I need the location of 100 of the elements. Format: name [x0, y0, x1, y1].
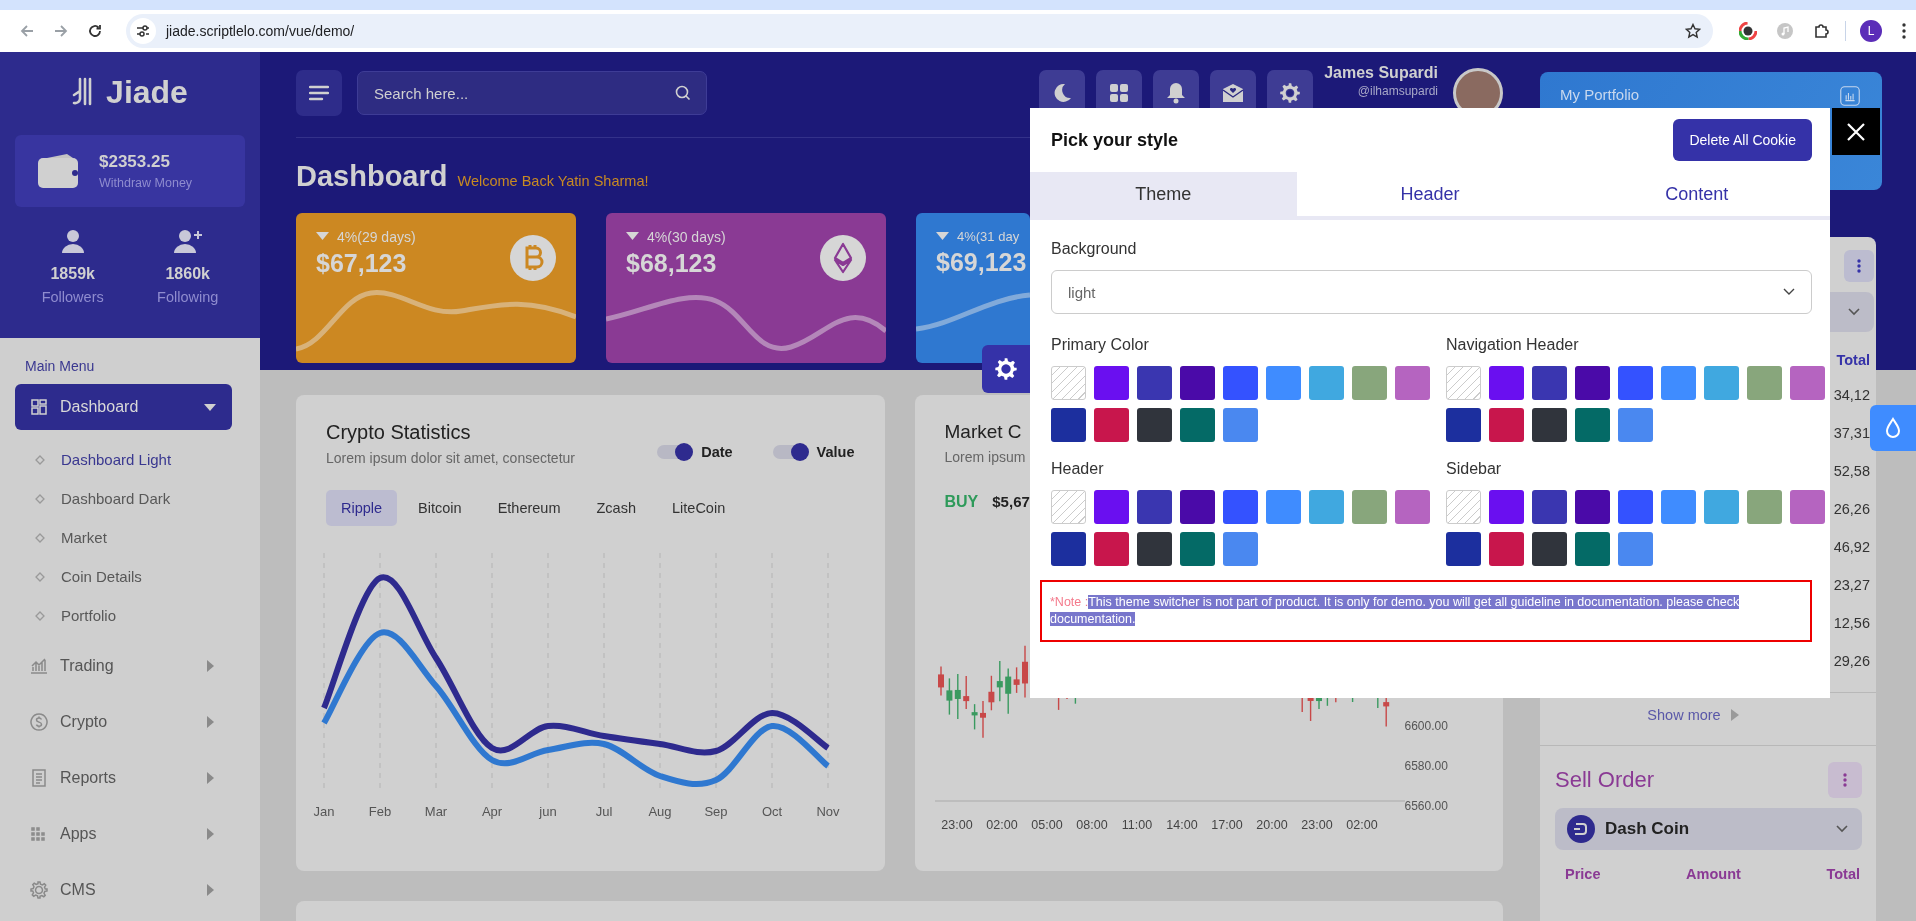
- coin-tab[interactable]: LiteCoin: [657, 489, 741, 526]
- submenu-item[interactable]: Dashboard Light: [35, 440, 232, 479]
- color-swatch[interactable]: [1618, 532, 1653, 566]
- color-swatch[interactable]: [1180, 408, 1215, 442]
- more-options-button[interactable]: [1844, 250, 1874, 282]
- droplet-button[interactable]: [1870, 405, 1916, 451]
- color-swatch[interactable]: [1051, 532, 1086, 566]
- color-swatch[interactable]: [1661, 490, 1696, 524]
- bookmark-star-icon[interactable]: [1685, 23, 1701, 39]
- color-swatch[interactable]: [1137, 532, 1172, 566]
- style-tab[interactable]: Theme: [1030, 172, 1297, 216]
- color-swatch[interactable]: [1309, 490, 1344, 524]
- color-swatch[interactable]: [1747, 366, 1782, 400]
- color-swatch[interactable]: [1661, 366, 1696, 400]
- delete-cookie-button[interactable]: Delete All Cookie: [1673, 119, 1812, 161]
- color-swatch[interactable]: [1395, 490, 1430, 524]
- color-swatch[interactable]: [1618, 408, 1653, 442]
- color-swatch[interactable]: [1790, 366, 1825, 400]
- color-swatch[interactable]: [1051, 408, 1086, 442]
- color-swatch[interactable]: [1223, 408, 1258, 442]
- stat-card[interactable]: 4%(30 days) $68,123: [606, 212, 886, 363]
- total-value: 52,58: [1833, 462, 1870, 481]
- color-swatch[interactable]: [1094, 366, 1129, 400]
- color-swatch[interactable]: [1094, 408, 1129, 442]
- menu-item[interactable]: Crypto: [15, 699, 232, 745]
- menu-item[interactable]: Apps: [15, 811, 232, 857]
- color-swatch[interactable]: [1137, 490, 1172, 524]
- more-options-button[interactable]: [1828, 762, 1862, 798]
- color-swatch[interactable]: [1446, 532, 1481, 566]
- color-swatch[interactable]: [1137, 366, 1172, 400]
- color-swatch[interactable]: [1309, 366, 1344, 400]
- show-more-link[interactable]: Show more: [1647, 697, 1739, 733]
- color-swatch[interactable]: [1532, 408, 1567, 442]
- toggle-switch[interactable]: [772, 445, 807, 459]
- color-swatch[interactable]: [1180, 490, 1215, 524]
- menu-button[interactable]: [296, 70, 342, 116]
- color-swatch[interactable]: [1747, 490, 1782, 524]
- coin-select[interactable]: Dash Coin: [1555, 808, 1862, 850]
- no-color-swatch[interactable]: [1051, 366, 1086, 400]
- more-menu-icon[interactable]: [1902, 23, 1906, 39]
- menu-item[interactable]: Reports: [15, 755, 232, 801]
- color-swatch[interactable]: [1266, 490, 1301, 524]
- submenu-item[interactable]: Coin Details: [35, 557, 232, 596]
- color-swatch[interactable]: [1180, 366, 1215, 400]
- stat-card[interactable]: 4%(31 day $69,123: [916, 212, 1030, 363]
- submenu-item[interactable]: Portfolio: [35, 596, 232, 635]
- menu-item[interactable]: Dashboard: [15, 384, 232, 430]
- color-swatch[interactable]: [1094, 490, 1129, 524]
- submenu-item[interactable]: Dashboard Dark: [35, 479, 232, 518]
- color-swatch[interactable]: [1489, 490, 1524, 524]
- color-swatch[interactable]: [1489, 532, 1524, 566]
- no-color-swatch[interactable]: [1446, 366, 1481, 400]
- address-bar[interactable]: jiade.scriptlelo.com/vue/demo/: [125, 14, 1713, 48]
- color-swatch[interactable]: [1575, 366, 1610, 400]
- coin-tab[interactable]: Ripple: [326, 489, 398, 526]
- bar-chart-icon[interactable]: [1840, 86, 1860, 106]
- color-swatch[interactable]: [1575, 408, 1610, 442]
- coin-tab[interactable]: Zcash: [581, 489, 651, 526]
- color-swatch[interactable]: [1446, 408, 1481, 442]
- color-swatch[interactable]: [1575, 490, 1610, 524]
- color-swatch[interactable]: [1094, 532, 1129, 566]
- submenu-item[interactable]: Market: [35, 518, 232, 557]
- color-swatch[interactable]: [1223, 490, 1258, 524]
- no-color-swatch[interactable]: [1051, 490, 1086, 524]
- color-swatch[interactable]: [1223, 532, 1258, 566]
- color-swatch[interactable]: [1704, 490, 1739, 524]
- color-swatch[interactable]: [1137, 408, 1172, 442]
- profile-avatar[interactable]: L: [1860, 20, 1882, 42]
- color-swatch[interactable]: [1180, 532, 1215, 566]
- color-swatch[interactable]: [1704, 366, 1739, 400]
- settings-button[interactable]: [982, 345, 1030, 393]
- no-color-swatch[interactable]: [1446, 490, 1481, 524]
- color-swatch[interactable]: [1618, 490, 1653, 524]
- music-note-icon[interactable]: [1777, 23, 1793, 39]
- color-swatch[interactable]: [1266, 366, 1301, 400]
- color-swatch[interactable]: [1489, 366, 1524, 400]
- color-swatch[interactable]: [1352, 366, 1387, 400]
- color-swatch[interactable]: [1395, 366, 1430, 400]
- color-swatch[interactable]: [1352, 490, 1387, 524]
- puzzle-icon[interactable]: [1813, 22, 1831, 40]
- coin-tab[interactable]: Bitcoin: [403, 489, 477, 526]
- site-info-icon[interactable]: [129, 18, 156, 44]
- close-button[interactable]: [1832, 108, 1880, 155]
- color-swatch[interactable]: [1532, 490, 1567, 524]
- coin-tab[interactable]: Ethereum: [482, 489, 576, 526]
- color-swatch[interactable]: [1489, 408, 1524, 442]
- color-swatch[interactable]: [1532, 366, 1567, 400]
- menu-item[interactable]: Trading: [15, 643, 232, 689]
- toggle-switch[interactable]: [657, 445, 692, 459]
- color-wheel-icon[interactable]: [1739, 22, 1757, 40]
- color-swatch[interactable]: [1532, 532, 1567, 566]
- color-swatch[interactable]: [1618, 366, 1653, 400]
- wallet-card[interactable]: $2353.25 Withdraw Money: [15, 135, 245, 207]
- withdraw-money-link[interactable]: Withdraw Money: [99, 176, 193, 190]
- color-swatch[interactable]: [1575, 532, 1610, 566]
- menu-item[interactable]: CMS: [15, 867, 232, 913]
- color-swatch[interactable]: [1790, 490, 1825, 524]
- search-field[interactable]: Search here...: [357, 71, 707, 115]
- color-swatch[interactable]: [1223, 366, 1258, 400]
- background-select[interactable]: light: [1051, 270, 1812, 314]
